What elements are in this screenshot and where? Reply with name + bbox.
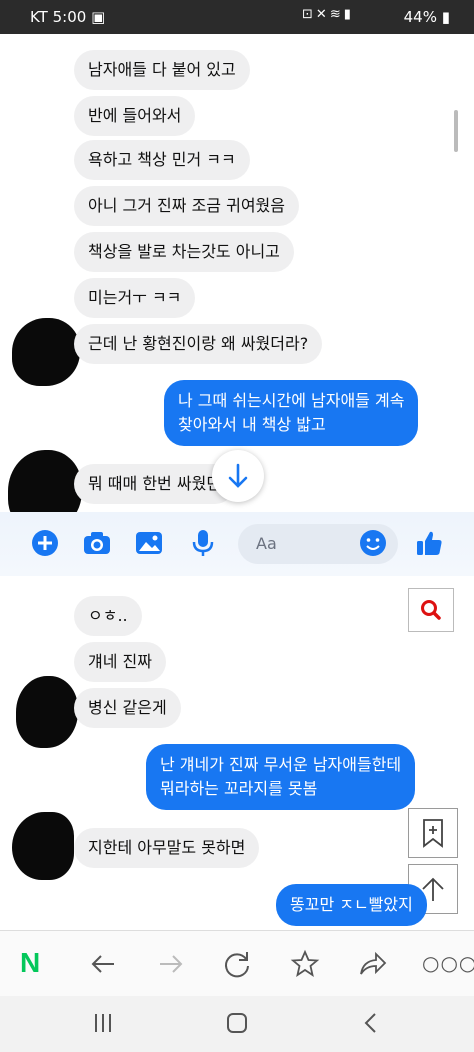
message-input-placeholder: Aa: [256, 534, 277, 553]
message-incoming: 반에 들어와서: [74, 96, 196, 136]
nav-back-icon[interactable]: [360, 1012, 382, 1034]
status-left: KT 5:00 ▣: [30, 8, 105, 26]
message-line: 난 걔네가 진짜 무서운 남자애들한테: [160, 755, 402, 774]
message-outgoing: 똥꼬만 ㅈㄴ빨았지: [276, 884, 427, 926]
message-incoming: 미는거ㅜ ㅋㅋ: [74, 278, 196, 318]
message-line: 찾아와서 내 책상 밟고: [178, 415, 326, 434]
lock-icon: ⊡: [302, 7, 316, 22]
thumbs-up-icon[interactable]: [414, 528, 444, 558]
message-composer: Aa: [0, 512, 474, 576]
status-bar: KT 5:00 ▣ ⊡✕≋▮ 44% ▮: [0, 0, 474, 34]
emoji-icon[interactable]: [358, 528, 388, 558]
message-incoming: 병신 같은게: [74, 688, 181, 728]
back-icon[interactable]: [88, 949, 118, 979]
mic-icon[interactable]: [188, 528, 218, 558]
plus-icon[interactable]: [30, 528, 60, 558]
message-incoming: 근데 난 황현진이랑 왜 싸웠더라?: [74, 324, 323, 364]
browser-toolbar: N ○○○: [0, 930, 474, 997]
battery-status: 44% ▮: [404, 8, 450, 26]
mute-icon: ✕: [315, 7, 330, 22]
avatar: [12, 812, 74, 880]
battery-label: 44%: [403, 8, 437, 26]
image-icon[interactable]: [134, 528, 164, 558]
bookmark-icon: [423, 819, 443, 848]
time-label: 5:00: [52, 8, 87, 26]
search-icon: [421, 600, 441, 620]
status-icons: ⊡✕≋▮: [302, 7, 354, 22]
message-incoming: 남자애들 다 붙어 있고: [74, 50, 250, 90]
camera-icon[interactable]: [82, 528, 112, 558]
message-outgoing: 난 걔네가 진짜 무서운 남자애들한테 뭐라하는 꼬라지를 못봄: [146, 744, 416, 810]
scroll-to-bottom-button[interactable]: [212, 450, 264, 502]
message-incoming: 지한테 아무말도 못하면: [74, 828, 260, 868]
message-incoming: 책상을 발로 차는갓도 아니고: [74, 232, 294, 272]
message-incoming: ㅇㅎ..: [74, 596, 142, 636]
wifi-icon: ≋: [329, 7, 344, 22]
bookmark-button[interactable]: [408, 808, 458, 858]
avatar: [12, 318, 80, 386]
refresh-icon[interactable]: [222, 949, 252, 979]
recents-icon[interactable]: [92, 1012, 114, 1034]
message-incoming: 아니 그거 진짜 조금 귀여웠음: [74, 186, 299, 226]
message-incoming: 뭐 때매 한번 싸웠던: [74, 464, 236, 504]
star-icon[interactable]: [290, 949, 320, 979]
avatar: [16, 676, 78, 748]
share-icon[interactable]: [358, 949, 388, 979]
gallery-icon: ▣: [91, 8, 106, 26]
carrier-label: KT: [30, 8, 48, 26]
forward-icon[interactable]: [156, 949, 186, 979]
android-nav-bar: [0, 996, 474, 1052]
scrollbar[interactable]: [454, 110, 458, 152]
naver-home-button[interactable]: N: [20, 947, 40, 979]
message-incoming: 걔네 진짜: [74, 642, 166, 682]
message-line: 나 그때 쉬는시간에 남자애들 계속: [178, 391, 405, 410]
more-icon[interactable]: ○○○: [422, 951, 474, 975]
battery-icon: ▮: [441, 8, 450, 26]
signal-icon: ▮: [343, 7, 354, 22]
arrow-down-icon: [228, 463, 248, 488]
message-line: 뭐라하는 꼬라지를 못봄: [160, 779, 318, 798]
message-outgoing: 나 그때 쉬는시간에 남자애들 계속 찾아와서 내 책상 밟고: [164, 380, 419, 446]
message-incoming: 욕하고 책상 민거 ㅋㅋ: [74, 140, 250, 180]
home-icon[interactable]: [226, 1012, 248, 1034]
search-button[interactable]: [408, 588, 454, 632]
